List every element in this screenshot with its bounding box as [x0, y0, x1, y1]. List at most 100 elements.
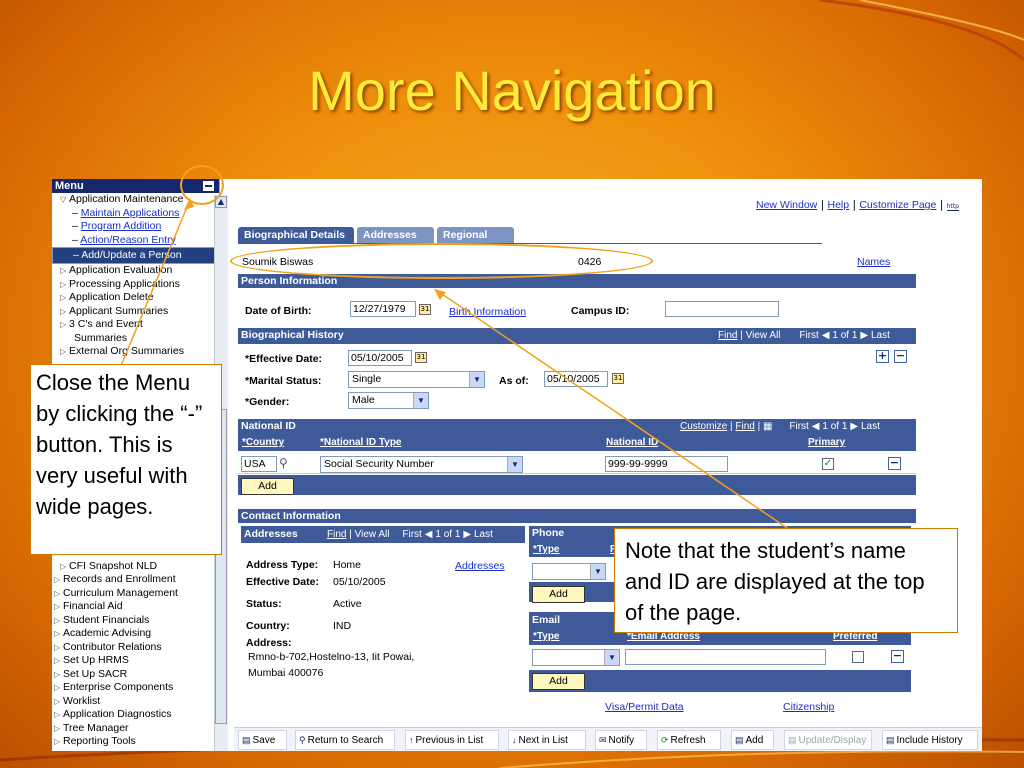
collapsed-triangle-icon[interactable]: ▷: [54, 654, 63, 668]
calendar-icon[interactable]: 31: [419, 304, 431, 315]
marital-status-select[interactable]: Single ▼: [348, 371, 485, 388]
menu-item[interactable]: – Add/Update a Person: [52, 247, 219, 264]
collapsed-triangle-icon[interactable]: ▷: [54, 735, 63, 749]
menu-item[interactable]: ▷ CFI Snapshot NLD: [52, 560, 214, 574]
menu-item[interactable]: ▷ Worklist: [52, 695, 214, 709]
menu-item[interactable]: ▷ Curriculum Management: [52, 587, 214, 601]
add-row-icon[interactable]: +: [876, 350, 889, 363]
menu-item[interactable]: ▷ External Org Summaries: [52, 345, 219, 359]
calendar-icon[interactable]: 31: [415, 352, 427, 363]
national-id-field[interactable]: 999-99-9999: [605, 456, 728, 472]
expanded-triangle-icon[interactable]: ▽: [60, 193, 69, 207]
addresses-link[interactable]: Addresses: [455, 560, 505, 572]
tab-biographical-details[interactable]: Biographical Details: [238, 227, 354, 244]
include-history-button[interactable]: ▤ Include History: [882, 730, 978, 750]
birth-information-link[interactable]: Birth Information: [449, 306, 526, 318]
addr-find-link[interactable]: Find: [327, 529, 346, 540]
tab-addresses[interactable]: Addresses: [357, 227, 434, 244]
calendar-icon[interactable]: 31: [612, 373, 624, 384]
refresh-button[interactable]: ⟳ Refresh: [657, 730, 721, 750]
as-of-field[interactable]: 05/10/2005: [544, 371, 608, 387]
menu-item[interactable]: ▷ Application Diagnostics: [52, 708, 214, 722]
collapsed-triangle-icon[interactable]: ▷: [54, 722, 63, 736]
next-in-list-button[interactable]: ↓ Next in List: [508, 730, 586, 750]
menu-item[interactable]: – Program Addition: [52, 220, 219, 234]
menu-item[interactable]: – Maintain Applications: [52, 207, 219, 221]
collapsed-triangle-icon[interactable]: ▷: [60, 291, 69, 305]
collapsed-triangle-icon[interactable]: ▷: [54, 600, 63, 614]
http-icon[interactable]: http: [946, 203, 959, 211]
menu-item[interactable]: ▷ Application Delete: [52, 291, 219, 305]
notify-button[interactable]: ✉ Notify: [595, 730, 647, 750]
collapsed-triangle-icon[interactable]: ▷: [54, 587, 63, 601]
menu-item[interactable]: ▷ Enterprise Components: [52, 681, 214, 695]
lookup-icon[interactable]: ⚲: [279, 456, 288, 470]
national-id-customize-link[interactable]: Customize: [680, 421, 727, 432]
bio-last[interactable]: Last: [871, 330, 890, 341]
email-type-select[interactable]: ▼: [532, 649, 620, 666]
menu-item[interactable]: ▷ Academic Advising: [52, 627, 214, 641]
menu-item[interactable]: ▷ 3 C's and Event: [52, 318, 219, 332]
customize-page-link[interactable]: Customize Page: [859, 199, 936, 211]
col-national-id[interactable]: National ID: [606, 437, 658, 448]
menu-item[interactable]: ▷ Student Financials: [52, 614, 214, 628]
chevron-down-icon[interactable]: ▼: [590, 564, 605, 579]
menu-item[interactable]: ▷ Set Up SACR: [52, 668, 214, 682]
menu-item[interactable]: ▷ Financial Aid: [52, 600, 214, 614]
menu-item[interactable]: ▷ Application Evaluation: [52, 264, 219, 278]
email-address-field[interactable]: [625, 649, 826, 665]
save-button[interactable]: ▤ Save: [238, 730, 287, 750]
collapsed-triangle-icon[interactable]: ▷: [60, 560, 69, 574]
phone-col-type[interactable]: *Type: [533, 544, 560, 555]
help-link[interactable]: Help: [828, 199, 850, 211]
effective-date-field[interactable]: 05/10/2005: [348, 350, 412, 366]
collapsed-triangle-icon[interactable]: ▷: [60, 305, 69, 319]
menu-item[interactable]: ▷ Reporting Tools: [52, 735, 214, 749]
add-button[interactable]: ▤ Add: [731, 730, 774, 750]
country-field[interactable]: USA: [241, 456, 277, 472]
delete-row-icon[interactable]: −: [894, 350, 907, 363]
menu-item[interactable]: ▷ Records and Enrollment: [52, 573, 214, 587]
collapsed-triangle-icon[interactable]: ▷: [54, 708, 63, 722]
next-arrow-icon[interactable]: ▶: [463, 529, 471, 540]
prev-arrow-icon[interactable]: ◀: [812, 421, 820, 432]
national-id-last[interactable]: Last: [861, 421, 880, 432]
next-arrow-icon[interactable]: ▶: [860, 330, 868, 341]
gender-select[interactable]: Male ▼: [348, 392, 429, 409]
menu-item[interactable]: ▷ Processing Applications: [52, 278, 219, 292]
return-to-search-button[interactable]: ⚲ Return to Search: [295, 730, 395, 750]
collapsed-triangle-icon[interactable]: ▷: [54, 681, 63, 695]
addr-last[interactable]: Last: [474, 529, 493, 540]
menu-item[interactable]: ▷ Tree Manager: [52, 722, 214, 736]
bio-first[interactable]: First: [799, 330, 818, 341]
collapsed-triangle-icon[interactable]: ▷: [60, 345, 69, 359]
next-arrow-icon[interactable]: ▶: [850, 421, 858, 432]
preferred-checkbox[interactable]: [852, 651, 864, 663]
tab-regional[interactable]: Regional: [437, 227, 514, 244]
email-col-type[interactable]: *Type: [533, 631, 560, 642]
citizenship-link[interactable]: Citizenship: [783, 701, 834, 713]
addr-first[interactable]: First: [402, 529, 421, 540]
menu-item[interactable]: – Action/Reason Entry: [52, 234, 219, 248]
update-display-button[interactable]: ▤ Update/Display: [784, 730, 872, 750]
collapsed-triangle-icon[interactable]: ▷: [60, 278, 69, 292]
phone-type-select[interactable]: ▼: [532, 563, 606, 580]
national-id-type-select[interactable]: Social Security Number ▼: [320, 456, 523, 473]
new-window-link[interactable]: New Window: [756, 199, 817, 211]
prev-arrow-icon[interactable]: ◀: [425, 529, 433, 540]
grid-icon[interactable]: ▦: [763, 421, 772, 432]
chevron-down-icon[interactable]: ▼: [507, 457, 522, 472]
chevron-down-icon[interactable]: ▼: [604, 650, 619, 665]
visa-permit-link[interactable]: Visa/Permit Data: [605, 701, 684, 713]
col-national-id-type[interactable]: *National ID Type: [320, 437, 402, 448]
chevron-down-icon[interactable]: ▼: [413, 393, 428, 408]
campus-id-field[interactable]: [665, 301, 779, 317]
menu-item[interactable]: Summaries: [52, 332, 219, 346]
collapsed-triangle-icon[interactable]: ▷: [60, 264, 69, 278]
primary-checkbox[interactable]: ✓: [822, 458, 834, 470]
collapsed-triangle-icon[interactable]: ▷: [54, 668, 63, 682]
bio-view-all[interactable]: View All: [746, 330, 781, 341]
collapsed-triangle-icon[interactable]: ▷: [54, 641, 63, 655]
delete-row-icon[interactable]: −: [891, 650, 904, 663]
col-country[interactable]: *Country: [242, 437, 284, 448]
